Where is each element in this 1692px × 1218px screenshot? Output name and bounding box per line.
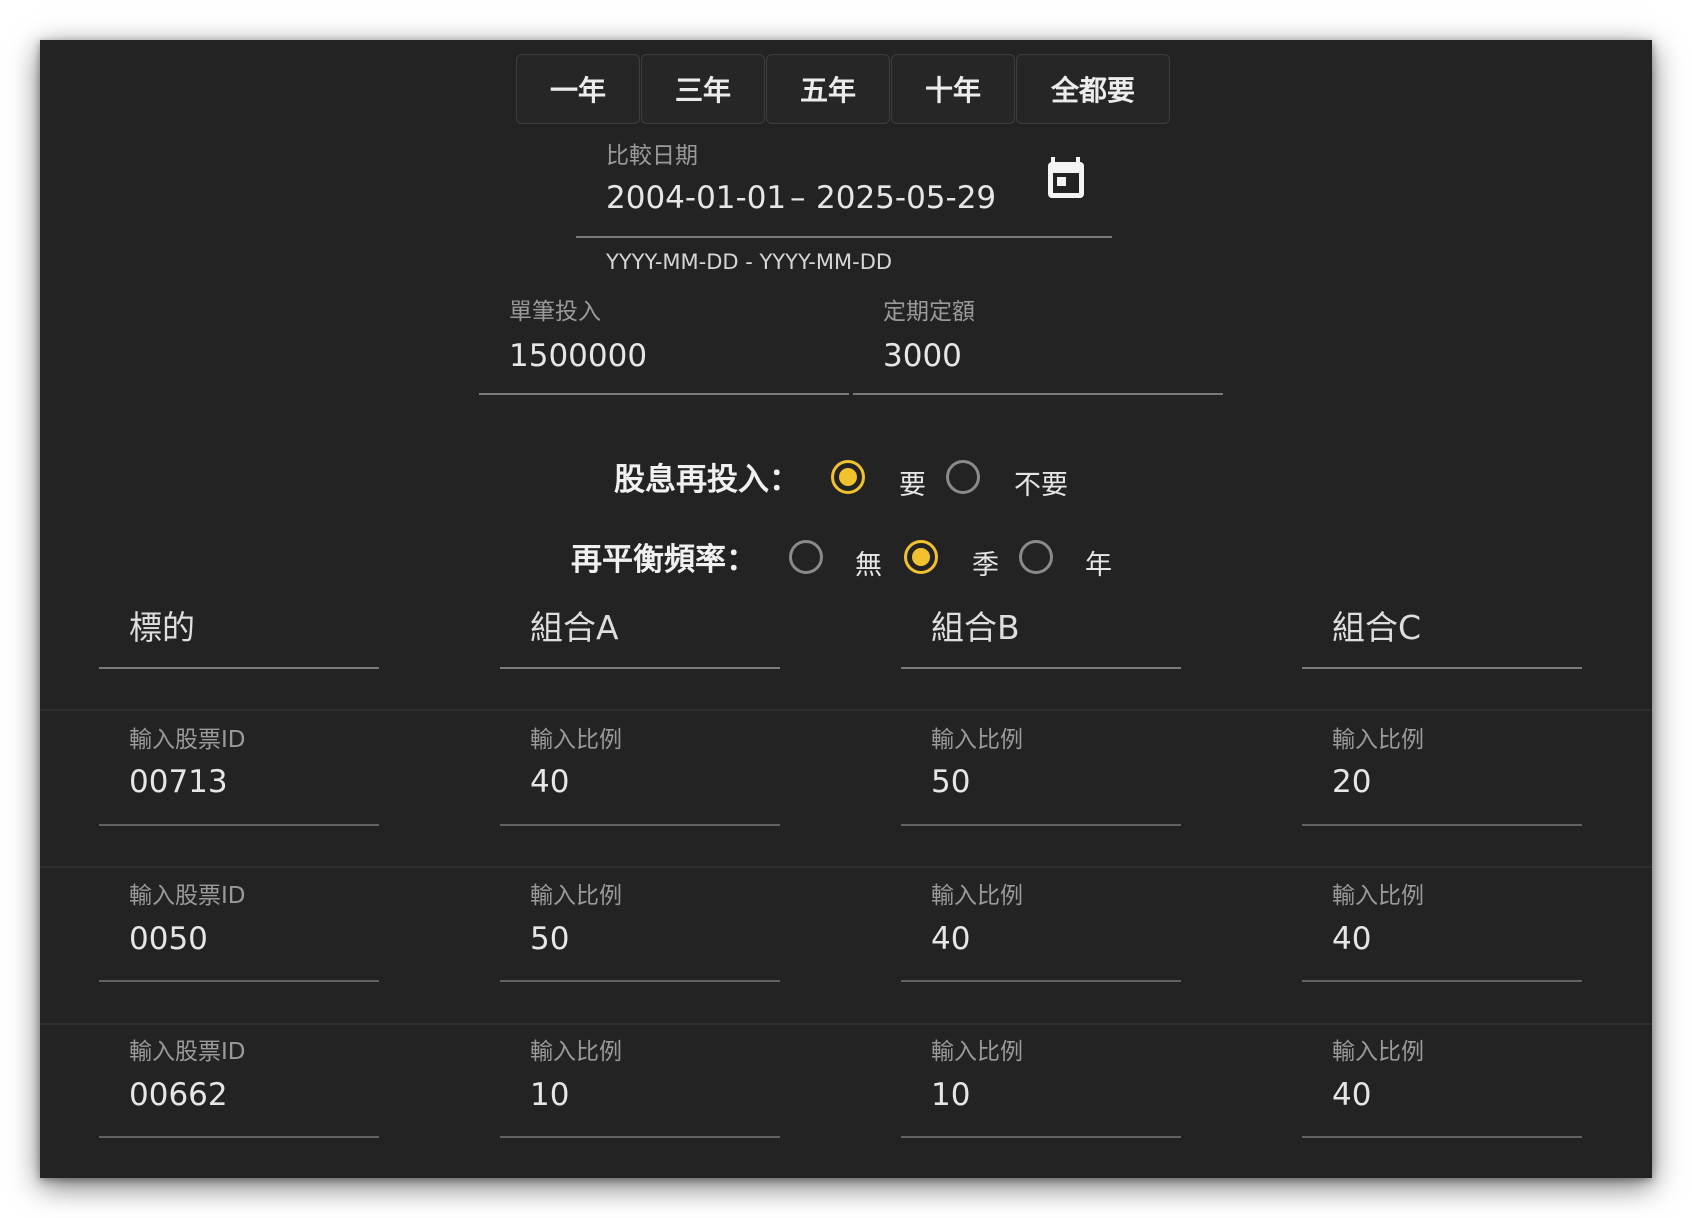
row2-b-label: 輸入比例	[931, 883, 1023, 909]
row3-id-underline	[99, 1136, 379, 1138]
rebalance-year-radio[interactable]	[1019, 540, 1053, 574]
period-3y-button[interactable]: 三年	[641, 54, 765, 124]
header-portfolio-b-underline	[901, 667, 1181, 669]
row2-b-underline	[901, 980, 1181, 982]
row-divider	[40, 866, 1652, 868]
row2-id-underline	[99, 980, 379, 982]
row3-b-underline	[901, 1136, 1181, 1138]
dividend-no-label[interactable]: 不要	[1014, 463, 1068, 502]
rebalance-label: 再平衡頻率：	[571, 542, 757, 578]
row-divider	[40, 709, 1652, 711]
row3-a-label: 輸入比例	[530, 1039, 622, 1065]
row1-a-input[interactable]: 40	[530, 764, 569, 800]
date-start-input[interactable]: 2004-01-01	[606, 180, 786, 216]
row1-b-input[interactable]: 50	[931, 764, 970, 800]
dividend-no-radio[interactable]	[946, 460, 980, 494]
row2-c-label: 輸入比例	[1332, 883, 1424, 909]
header-ticker-underline	[99, 667, 379, 669]
period-5y-button[interactable]: 五年	[766, 54, 890, 124]
row1-a-underline	[500, 824, 780, 826]
header-portfolio-a: 組合A	[530, 608, 619, 647]
periodic-underline	[853, 393, 1223, 395]
row2-id-input[interactable]: 0050	[129, 921, 208, 957]
row3-c-input[interactable]: 40	[1332, 1077, 1371, 1113]
lump-sum-underline	[479, 393, 849, 395]
row3-id-input[interactable]: 00662	[129, 1077, 228, 1113]
row3-c-underline	[1302, 1136, 1582, 1138]
rebalance-none-radio[interactable]	[789, 540, 823, 574]
row1-id-underline	[99, 824, 379, 826]
period-all-button[interactable]: 全都要	[1016, 54, 1170, 124]
header-portfolio-c-underline	[1302, 667, 1582, 669]
rebalance-quarter-radio[interactable]	[904, 540, 938, 574]
periodic-input[interactable]: 3000	[883, 338, 962, 374]
row3-id-label: 輸入股票ID	[129, 1039, 246, 1065]
row3-b-input[interactable]: 10	[931, 1077, 970, 1113]
row1-c-underline	[1302, 824, 1582, 826]
header-portfolio-c: 組合C	[1332, 608, 1422, 647]
row3-c-label: 輸入比例	[1332, 1039, 1424, 1065]
row2-id-label: 輸入股票ID	[129, 883, 246, 909]
row2-a-input[interactable]: 50	[530, 921, 569, 957]
row2-c-input[interactable]: 40	[1332, 921, 1371, 957]
row2-c-underline	[1302, 980, 1582, 982]
date-range-label: 比較日期	[606, 143, 698, 169]
row3-a-underline	[500, 1136, 780, 1138]
row3-a-input[interactable]: 10	[530, 1077, 569, 1113]
row1-id-label: 輸入股票ID	[129, 727, 246, 753]
rebalance-quarter-label[interactable]: 季	[972, 543, 999, 582]
dividend-yes-label[interactable]: 要	[899, 463, 926, 502]
header-portfolio-b: 組合B	[931, 608, 1020, 647]
row1-a-label: 輸入比例	[530, 727, 622, 753]
lump-sum-input[interactable]: 1500000	[509, 338, 647, 374]
date-range-separator: –	[790, 180, 806, 216]
header-portfolio-a-underline	[500, 667, 780, 669]
row3-b-label: 輸入比例	[931, 1039, 1023, 1065]
dividend-label: 股息再投入：	[614, 462, 800, 498]
calendar-icon[interactable]	[1046, 156, 1086, 200]
rebalance-year-label[interactable]: 年	[1085, 543, 1112, 582]
header-ticker: 標的	[129, 608, 195, 647]
rebalance-none-label[interactable]: 無	[855, 543, 882, 582]
row-divider	[40, 1023, 1652, 1025]
dividend-yes-radio[interactable]	[831, 460, 865, 494]
row1-b-label: 輸入比例	[931, 727, 1023, 753]
date-end-input[interactable]: 2025-05-29	[816, 180, 996, 216]
row2-b-input[interactable]: 40	[931, 921, 970, 957]
row1-id-input[interactable]: 00713	[129, 764, 228, 800]
row2-a-underline	[500, 980, 780, 982]
periodic-label: 定期定額	[883, 299, 975, 325]
period-10y-button[interactable]: 十年	[891, 54, 1015, 124]
row1-c-label: 輸入比例	[1332, 727, 1424, 753]
row1-b-underline	[901, 824, 1181, 826]
row2-a-label: 輸入比例	[530, 883, 622, 909]
backtest-settings-panel: 一年 三年 五年 十年 全都要 比較日期 2004-01-01 – 2025-0…	[40, 40, 1652, 1178]
date-range-underline	[576, 236, 1112, 238]
lump-sum-label: 單筆投入	[509, 299, 601, 325]
period-1y-button[interactable]: 一年	[516, 54, 640, 124]
row1-c-input[interactable]: 20	[1332, 764, 1371, 800]
date-format-hint: YYYY-MM-DD - YYYY-MM-DD	[606, 250, 893, 274]
